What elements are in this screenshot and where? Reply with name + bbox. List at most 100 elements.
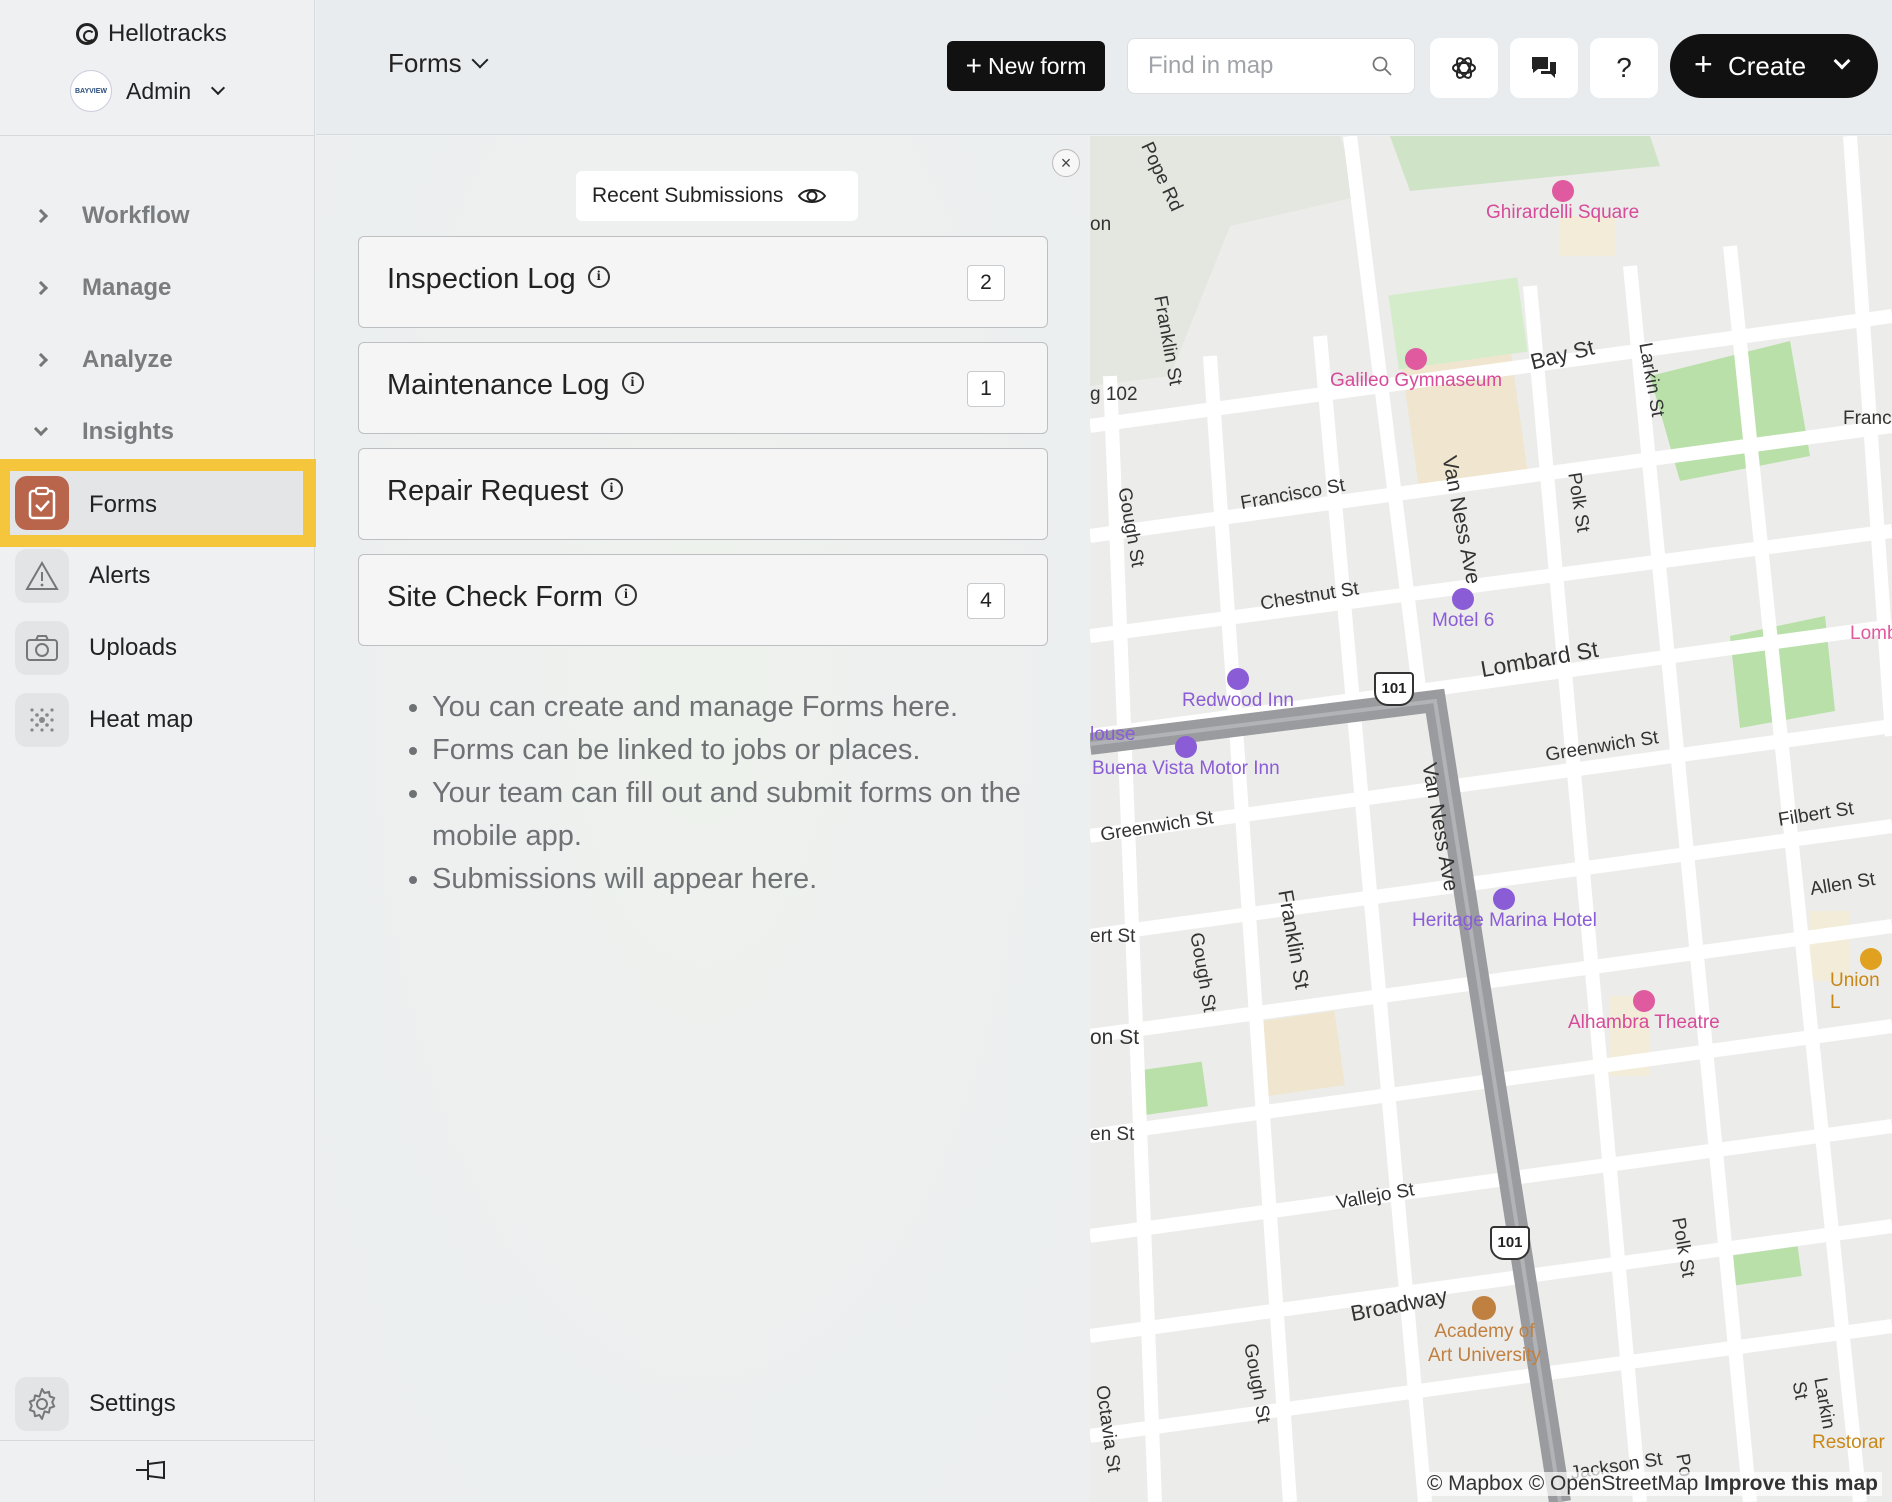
sidebar-item-heat-map[interactable]: Heat map (0, 690, 315, 750)
school-pin-icon (1405, 348, 1428, 370)
poi-label: Ghirardelli Square (1486, 202, 1640, 223)
messages-button[interactable] (1510, 38, 1578, 98)
submission-count-badge: 2 (967, 265, 1005, 301)
section-label: Analyze (82, 346, 173, 373)
help-text-item: Your team can fill out and submit forms … (432, 772, 1052, 858)
sidebar-section-analyze[interactable]: Analyze (30, 340, 173, 380)
chevron-down-icon (211, 80, 226, 96)
sidebar-item-forms[interactable]: Forms (0, 459, 318, 547)
form-card-repair-request[interactable]: Repair Request i (358, 448, 1048, 540)
street-label: Francis (1843, 408, 1892, 429)
chevron-down-icon (1833, 52, 1851, 70)
section-label: Workflow (82, 202, 190, 229)
form-name-text: Repair Request (387, 475, 589, 507)
help-text-item: You can create and manage Forms here. (432, 686, 1052, 729)
school-pin-icon (1472, 1296, 1497, 1320)
divider (0, 135, 315, 136)
section-label: Insights (82, 418, 175, 445)
poi-label: Redwood Inn (1182, 690, 1294, 711)
form-card-inspection-log[interactable]: Inspection Log i 2 (358, 236, 1048, 328)
info-icon[interactable]: i (600, 478, 623, 501)
poi-motel-6[interactable]: Motel 6 (1432, 588, 1494, 632)
sidebar-item-alerts[interactable]: Alerts (0, 546, 315, 606)
poi-ghirardelli-square[interactable]: Ghirardelli Square (1486, 180, 1639, 224)
sidebar-item-label: Uploads (89, 634, 178, 661)
poi-union-l[interactable]: Union L (1830, 948, 1892, 1014)
street-label: en St (1090, 1124, 1135, 1145)
recent-submissions-label: Recent Submissions (592, 184, 784, 207)
form-name-text: Maintenance Log (387, 369, 610, 401)
forms-panel: × Recent Submissions Inspection Log i 2 M… (316, 136, 1090, 1502)
street-label: on (1090, 214, 1112, 235)
poi-label: Alhambra Theatre (1568, 1012, 1720, 1033)
sidebar-item-label: Forms (89, 491, 157, 518)
chevron-right-icon (33, 208, 49, 224)
poi-label: Heritage Marina Hotel (1412, 910, 1597, 931)
street-label: ert St (1090, 926, 1136, 947)
chat-bubbles-icon (1532, 57, 1556, 78)
poi-restaurant[interactable]: Restorar (1812, 1432, 1885, 1454)
account-switcher[interactable]: BAYVIEW Admin (70, 70, 226, 112)
camera-pin-icon (1551, 180, 1574, 202)
close-panel-button[interactable]: × (1052, 149, 1080, 177)
poi-redwood-inn[interactable]: Redwood Inn (1182, 668, 1294, 712)
restaurant-pin-icon (1860, 948, 1882, 970)
ai-assistant-button[interactable] (1430, 38, 1498, 98)
sidebar-item-uploads[interactable]: Uploads (0, 618, 315, 678)
poi-alhambra-theatre[interactable]: Alhambra Theatre (1568, 990, 1720, 1034)
hellotracks-logo-icon (76, 23, 98, 45)
info-icon[interactable]: i (621, 372, 644, 395)
new-form-label: New form (987, 52, 1087, 79)
sidebar-section-insights[interactable]: Insights (30, 412, 174, 452)
poi-buena-vista-motor-inn[interactable]: Buena Vista Motor Inn (1092, 736, 1280, 780)
improve-map-link[interactable]: Improve this map (1704, 1472, 1878, 1495)
help-text-list: You can create and manage Forms here. Fo… (432, 686, 1052, 901)
sidebar-section-manage[interactable]: Manage (30, 268, 171, 308)
new-form-button[interactable]: + New form (947, 41, 1105, 91)
poi-label: Galileo Gymnaseum (1330, 370, 1503, 391)
camera-icon (15, 621, 69, 675)
map-attribution: © Mapbox © OpenStreetMap Improve this ma… (1422, 1472, 1882, 1496)
create-label: Create (1728, 51, 1807, 81)
help-text-item: Forms can be linked to jobs or places. (432, 729, 1052, 772)
info-icon[interactable]: i (587, 266, 610, 289)
page-title: Forms (388, 48, 462, 78)
map[interactable]: Pope Rd on g 102 Franklin St Bay St Lark… (1090, 136, 1892, 1502)
form-name: Site Check Form i (387, 581, 637, 614)
brand[interactable]: Hellotracks (76, 20, 227, 48)
highway-shield: 101 (1374, 672, 1414, 706)
poi-heritage-marina-hotel[interactable]: Heritage Marina Hotel (1412, 888, 1597, 932)
search-icon[interactable] (1372, 56, 1392, 76)
sidebar: Hellotracks BAYVIEW Admin Workflow Manag… (0, 0, 318, 1502)
form-name: Repair Request i (387, 475, 623, 508)
chevron-down-icon (471, 51, 489, 68)
pin-sidebar-icon[interactable] (134, 1456, 168, 1484)
hotel-pin-icon (1493, 888, 1516, 910)
avatar: BAYVIEW (70, 70, 112, 112)
sidebar-item-label: Heat map (89, 706, 194, 733)
form-card-site-check-form[interactable]: Site Check Form i 4 (358, 554, 1048, 646)
form-name: Inspection Log i (387, 263, 610, 296)
recent-submissions-button[interactable]: Recent Submissions (576, 171, 858, 221)
search-input[interactable] (1148, 52, 1348, 80)
brand-name: Hellotracks (108, 20, 227, 47)
poi-label: Union L (1830, 970, 1880, 1013)
street-label: Lomb (1850, 623, 1892, 644)
info-icon[interactable]: i (614, 584, 637, 607)
submission-count-badge: 4 (967, 583, 1005, 619)
ai-knot-icon (1452, 57, 1476, 79)
street-label: g 102 (1090, 384, 1138, 405)
sidebar-section-workflow[interactable]: Workflow (30, 196, 190, 236)
help-button[interactable]: ? (1590, 38, 1658, 98)
clipboard-check-icon (15, 476, 69, 530)
sidebar-item-settings[interactable]: Settings (0, 1374, 315, 1434)
poi-galileo-gymnaseum[interactable]: Galileo Gymnaseum (1330, 348, 1502, 392)
page-title-dropdown[interactable]: Forms (388, 48, 489, 79)
heatmap-dots-icon (15, 693, 69, 747)
form-card-maintenance-log[interactable]: Maintenance Log i 1 (358, 342, 1048, 434)
create-button[interactable]: + Create (1670, 34, 1878, 98)
gear-icon (15, 1377, 69, 1431)
poi-academy-of-art-university[interactable]: Academy of Art University (1428, 1296, 1541, 1368)
sidebar-item-label: Alerts (89, 562, 151, 589)
poi-label: Restorar (1812, 1432, 1885, 1453)
